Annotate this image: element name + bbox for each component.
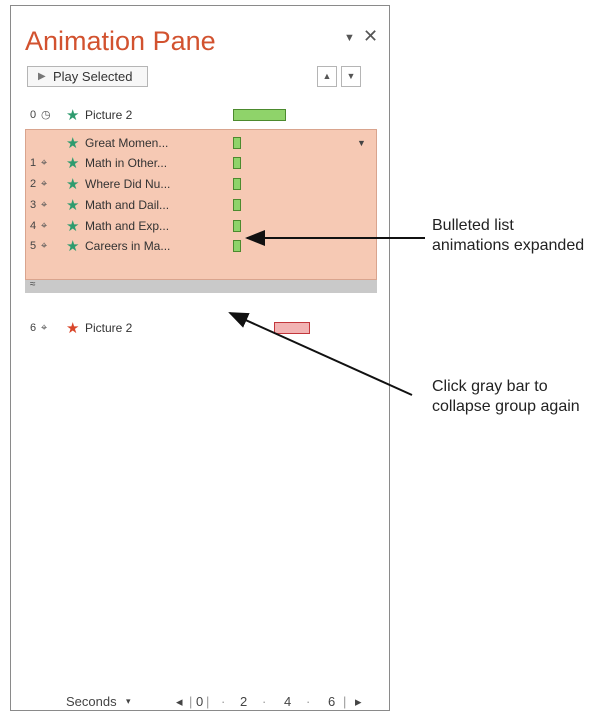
- timeline-minor-tick: ·: [262, 694, 267, 709]
- animation-order-number: 6: [30, 322, 37, 334]
- animation-label: Where Did Nu...: [85, 177, 171, 191]
- animation-item[interactable]: 3 ⌖ ★ Math and Dail...: [25, 195, 377, 216]
- animation-order-number: 3: [30, 199, 37, 211]
- timing-bar[interactable]: [274, 322, 310, 334]
- timeline-tick-2: 2: [240, 694, 248, 709]
- animation-item[interactable]: ★ Great Momen... ▼: [25, 133, 377, 154]
- timeline-footer: Seconds ▾ ◂ | 0 | · 2 · 4 · 6 | ▸: [11, 691, 391, 711]
- clock-icon: ◷: [41, 109, 51, 121]
- timeline-scroll-left-icon[interactable]: ◂: [176, 694, 183, 710]
- annotation-expanded-line2: animations expanded: [432, 237, 585, 254]
- effect-star-icon: ★: [66, 155, 80, 172]
- timeline-scroll-right-icon[interactable]: ▸: [355, 694, 362, 710]
- effect-star-icon: ★: [66, 197, 80, 214]
- animation-order-number: 0: [30, 109, 37, 121]
- mouse-click-icon: ⌖: [41, 199, 48, 211]
- animation-order-number: 1: [30, 157, 37, 169]
- effect-star-icon: ★: [66, 320, 80, 337]
- timeline-divider: |: [189, 694, 193, 709]
- animation-label: Picture 2: [85, 321, 133, 335]
- timing-bar[interactable]: [233, 240, 241, 252]
- play-selected-button[interactable]: ▶ Play Selected: [27, 66, 148, 87]
- mouse-click-icon: ⌖: [41, 220, 48, 232]
- animation-item[interactable]: 1 ⌖ ★ Math in Other...: [25, 153, 377, 174]
- animation-label: Math and Dail...: [85, 198, 170, 212]
- move-down-button[interactable]: ▼: [341, 66, 361, 87]
- effect-star-icon: ★: [66, 176, 80, 193]
- mouse-click-icon: ⌖: [41, 322, 48, 334]
- animation-pane: Animation Pane ▼ ✕ ▶ Play Selected ▲ ▼ 0…: [10, 5, 390, 711]
- collapse-group-bar[interactable]: ≈: [25, 279, 377, 293]
- timeline-tick-0: 0: [196, 694, 204, 709]
- collapse-chevron-icon: ≈: [30, 279, 36, 290]
- timing-bar[interactable]: [233, 199, 241, 211]
- effect-star-icon: ★: [66, 218, 80, 235]
- animation-item[interactable]: 6 ⌖ ★ Picture 2: [25, 318, 377, 339]
- animation-label: Math and Exp...: [85, 219, 170, 233]
- timing-bar[interactable]: [233, 178, 241, 190]
- effect-star-icon: ★: [66, 107, 80, 124]
- timeline-minor-tick: ·: [221, 694, 226, 709]
- annotation-collapse: Click gray bar to collapse group again: [432, 377, 580, 417]
- mouse-click-icon: ⌖: [41, 157, 48, 169]
- timing-bar[interactable]: [233, 157, 241, 169]
- seconds-caret-icon[interactable]: ▾: [126, 696, 131, 707]
- timeline-tick-6: 6: [328, 694, 336, 709]
- timing-bar[interactable]: [233, 137, 241, 149]
- effect-star-icon: ★: [66, 238, 80, 255]
- mouse-click-icon: ⌖: [41, 240, 48, 252]
- animation-label: Great Momen...: [85, 136, 169, 150]
- annotation-expanded: Bulleted list animations expanded: [432, 216, 584, 256]
- mouse-click-icon: ⌖: [41, 178, 48, 190]
- effect-star-icon: ★: [66, 135, 80, 152]
- annotation-collapse-line2: collapse group again: [432, 398, 580, 415]
- move-up-button[interactable]: ▲: [317, 66, 337, 87]
- animation-item[interactable]: 2 ⌖ ★ Where Did Nu...: [25, 174, 377, 195]
- close-icon[interactable]: ✕: [363, 26, 378, 47]
- animation-order-number: 4: [30, 220, 37, 232]
- animation-item[interactable]: 0 ◷ ★ Picture 2: [25, 105, 377, 126]
- seconds-dropdown[interactable]: Seconds: [66, 694, 117, 709]
- animation-item[interactable]: 5 ⌖ ★ Careers in Ma...: [25, 236, 377, 257]
- animation-label: Math in Other...: [85, 156, 168, 170]
- timing-bar[interactable]: [233, 109, 287, 121]
- pane-menu-chevron-icon[interactable]: ▼: [344, 32, 355, 44]
- timeline-tick-4: 4: [284, 694, 292, 709]
- animation-order-number: 5: [30, 240, 37, 252]
- annotation-collapse-line1: Click gray bar to: [432, 378, 548, 395]
- pane-title: Animation Pane: [25, 26, 216, 56]
- animation-item[interactable]: 4 ⌖ ★ Math and Exp...: [25, 216, 377, 237]
- timeline-minor-tick: ·: [306, 694, 311, 709]
- animation-label: Picture 2: [85, 108, 133, 122]
- animation-label: Careers in Ma...: [85, 239, 171, 253]
- timing-bar[interactable]: [233, 220, 241, 232]
- annotation-expanded-line1: Bulleted list: [432, 217, 514, 234]
- item-dropdown-icon[interactable]: ▼: [357, 133, 366, 154]
- timeline-divider: |: [343, 694, 347, 709]
- play-icon: ▶: [38, 71, 46, 82]
- timeline-divider: |: [206, 694, 210, 709]
- play-selected-label: Play Selected: [53, 69, 133, 84]
- animation-order-number: 2: [30, 178, 37, 190]
